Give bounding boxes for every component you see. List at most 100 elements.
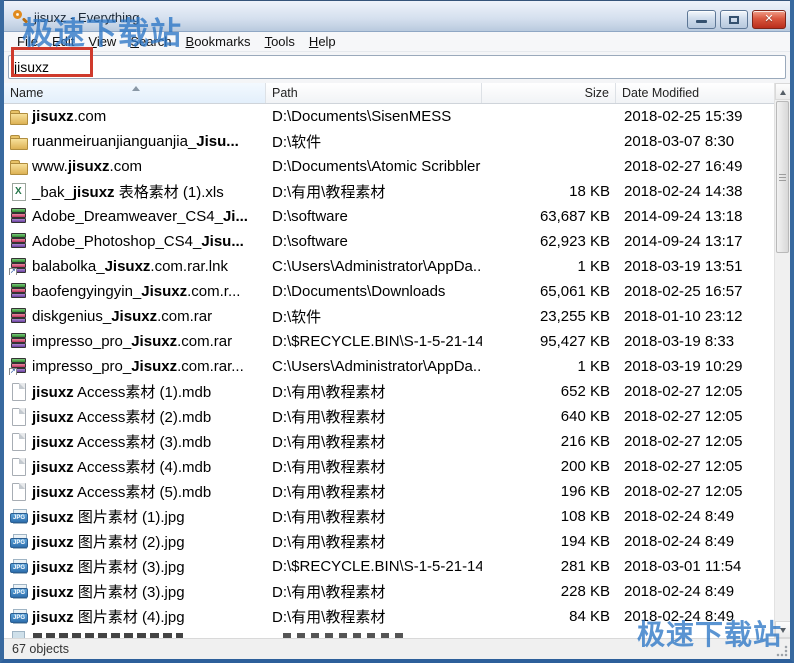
scroll-up-button[interactable]	[775, 83, 791, 100]
clipped-file-icon	[12, 631, 25, 638]
file-path: D:\有用\教程素材	[266, 531, 482, 552]
partial-row[interactable]	[4, 629, 774, 638]
table-row[interactable]: impresso_pro_Jisuxz.com.rar D:\$RECYCLE.…	[4, 329, 774, 354]
file-date-modified: 2014-09-24 13:17	[616, 233, 774, 250]
minimize-button[interactable]	[687, 10, 716, 29]
menu-file[interactable]: File	[10, 32, 45, 51]
scroll-down-button[interactable]	[775, 621, 791, 638]
table-row[interactable]: jisuxz Access素材 (4).mdb D:\有用\教程素材 200 K…	[4, 454, 774, 479]
table-row[interactable]: ruanmeiruanjianguanjia_Jisu... D:\软件 201…	[4, 129, 774, 154]
file-date-modified: 2018-03-19 10:29	[616, 358, 774, 375]
table-row[interactable]: baofengyingyin_Jisuxz.com.r... D:\Docume…	[4, 279, 774, 304]
column-header-name[interactable]: Name	[4, 83, 266, 103]
file-name: baofengyingyin_Jisuxz.com.r...	[32, 283, 240, 300]
table-row[interactable]: _bak_jisuxz 表格素材 (1).xls D:\有用\教程素材 18 K…	[4, 179, 774, 204]
vertical-scrollbar[interactable]	[774, 83, 790, 638]
menu-bookmarks[interactable]: Bookmarks	[179, 32, 258, 51]
file-name-cell: jisuxz Access素材 (1).mdb	[4, 381, 266, 402]
file-name-cell: jisuxz Access素材 (3).mdb	[4, 431, 266, 452]
file-name-cell: jisuxz Access素材 (4).mdb	[4, 456, 266, 477]
table-row[interactable]: jisuxz Access素材 (2).mdb D:\有用\教程素材 640 K…	[4, 404, 774, 429]
file-size: 1 KB	[482, 258, 616, 275]
file-name: impresso_pro_Jisuxz.com.rar	[32, 333, 232, 350]
table-row[interactable]: jisuxz 图片素材 (4).jpg D:\有用\教程素材 84 KB 201…	[4, 604, 774, 629]
table-row[interactable]: Adobe_Dreamweaver_CS4_Ji... D:\software …	[4, 204, 774, 229]
menu-view[interactable]: View	[81, 32, 123, 51]
file-size: 281 KB	[482, 558, 616, 575]
rar-archive-icon	[10, 208, 27, 225]
folder-icon	[10, 108, 27, 125]
file-date-modified: 2018-02-27 12:05	[616, 483, 774, 500]
file-name: jisuxz Access素材 (1).mdb	[32, 381, 211, 402]
xls-file-icon	[10, 183, 27, 200]
table-row[interactable]: www.jisuxz.com D:\Documents\Atomic Scrib…	[4, 154, 774, 179]
file-size: 84 KB	[482, 608, 616, 625]
table-row[interactable]: jisuxz Access素材 (1).mdb D:\有用\教程素材 652 K…	[4, 379, 774, 404]
scrollbar-thumb[interactable]	[776, 101, 789, 253]
file-name-cell: jisuxz.com	[4, 108, 266, 125]
column-header-size[interactable]: Size	[482, 83, 616, 103]
file-size: 1 KB	[482, 358, 616, 375]
file-date-modified: 2018-02-24 8:49	[616, 608, 774, 625]
file-size: 652 KB	[482, 383, 616, 400]
file-name: impresso_pro_Jisuxz.com.rar...	[32, 358, 244, 375]
jpg-image-icon	[10, 508, 27, 525]
file-path: D:\有用\教程素材	[266, 381, 482, 402]
object-count: 67 objects	[12, 642, 69, 656]
table-row[interactable]: jisuxz 图片素材 (2).jpg D:\有用\教程素材 194 KB 20…	[4, 529, 774, 554]
column-header-path[interactable]: Path	[266, 83, 482, 103]
file-date-modified: 2018-02-24 8:49	[616, 533, 774, 550]
table-row[interactable]: balabolka_Jisuxz.com.rar.lnk C:\Users\Ad…	[4, 254, 774, 279]
rar-shortcut-icon	[10, 258, 27, 275]
table-row[interactable]: jisuxz Access素材 (5).mdb D:\有用\教程素材 196 K…	[4, 479, 774, 504]
table-row[interactable]: jisuxz.com D:\Documents\SisenMESS 2018-0…	[4, 104, 774, 129]
file-name: jisuxz Access素材 (5).mdb	[32, 481, 211, 502]
file-path: D:\Documents\Atomic Scribbler	[266, 158, 482, 175]
search-input[interactable]	[8, 55, 786, 79]
file-size: 216 KB	[482, 433, 616, 450]
file-path: D:\软件	[266, 131, 482, 152]
jpg-image-icon	[10, 533, 27, 550]
menu-help[interactable]: Help	[302, 32, 343, 51]
arrow-down-icon	[780, 628, 786, 633]
file-name-cell: _bak_jisuxz 表格素材 (1).xls	[4, 181, 266, 202]
file-name: jisuxz 图片素材 (3).jpg	[32, 556, 185, 577]
file-path: D:\software	[266, 208, 482, 225]
file-name: balabolka_Jisuxz.com.rar.lnk	[32, 258, 228, 275]
file-size: 23,255 KB	[482, 308, 616, 325]
table-row[interactable]: jisuxz 图片素材 (3).jpg D:\有用\教程素材 228 KB 20…	[4, 579, 774, 604]
table-row[interactable]: jisuxz 图片素材 (1).jpg D:\有用\教程素材 108 KB 20…	[4, 504, 774, 529]
file-name: jisuxz Access素材 (2).mdb	[32, 406, 211, 427]
file-date-modified: 2018-02-27 12:05	[616, 383, 774, 400]
file-name: diskgenius_Jisuxz.com.rar	[32, 308, 212, 325]
document-icon	[10, 458, 27, 475]
rar-shortcut-icon	[10, 358, 27, 375]
file-path: D:\有用\教程素材	[266, 406, 482, 427]
column-header-date-modified[interactable]: Date Modified	[616, 83, 774, 103]
menu-edit[interactable]: Edit	[45, 32, 81, 51]
maximize-button[interactable]	[720, 10, 748, 29]
file-name: jisuxz 图片素材 (3).jpg	[32, 581, 185, 602]
file-date-modified: 2018-02-24 14:38	[616, 183, 774, 200]
file-path: C:\Users\Administrator\AppDa...	[266, 358, 482, 375]
table-row[interactable]: diskgenius_Jisuxz.com.rar D:\软件 23,255 K…	[4, 304, 774, 329]
menu-tools[interactable]: Tools	[258, 32, 302, 51]
table-row[interactable]: impresso_pro_Jisuxz.com.rar... C:\Users\…	[4, 354, 774, 379]
table-row[interactable]: jisuxz Access素材 (3).mdb D:\有用\教程素材 216 K…	[4, 429, 774, 454]
title-bar[interactable]: jisuxz - Everything ✕	[0, 0, 794, 32]
file-name-cell: ruanmeiruanjianguanjia_Jisu...	[4, 133, 266, 150]
file-name: jisuxz 图片素材 (4).jpg	[32, 606, 185, 627]
file-path: D:\软件	[266, 306, 482, 327]
resize-grip-icon[interactable]	[776, 645, 788, 657]
file-path: D:\Documents\Downloads	[266, 283, 482, 300]
table-row[interactable]: Adobe_Photoshop_CS4_Jisu... D:\software …	[4, 229, 774, 254]
table-row[interactable]: jisuxz 图片素材 (3).jpg D:\$RECYCLE.BIN\S-1-…	[4, 554, 774, 579]
window-title: jisuxz - Everything	[34, 10, 139, 25]
file-name: ruanmeiruanjianguanjia_Jisu...	[32, 133, 239, 150]
file-name-cell: impresso_pro_Jisuxz.com.rar...	[4, 358, 266, 375]
file-size: 196 KB	[482, 483, 616, 500]
file-date-modified: 2018-02-24 8:49	[616, 508, 774, 525]
menu-search[interactable]: Search	[123, 32, 178, 51]
close-button[interactable]: ✕	[752, 10, 786, 29]
file-size: 194 KB	[482, 533, 616, 550]
